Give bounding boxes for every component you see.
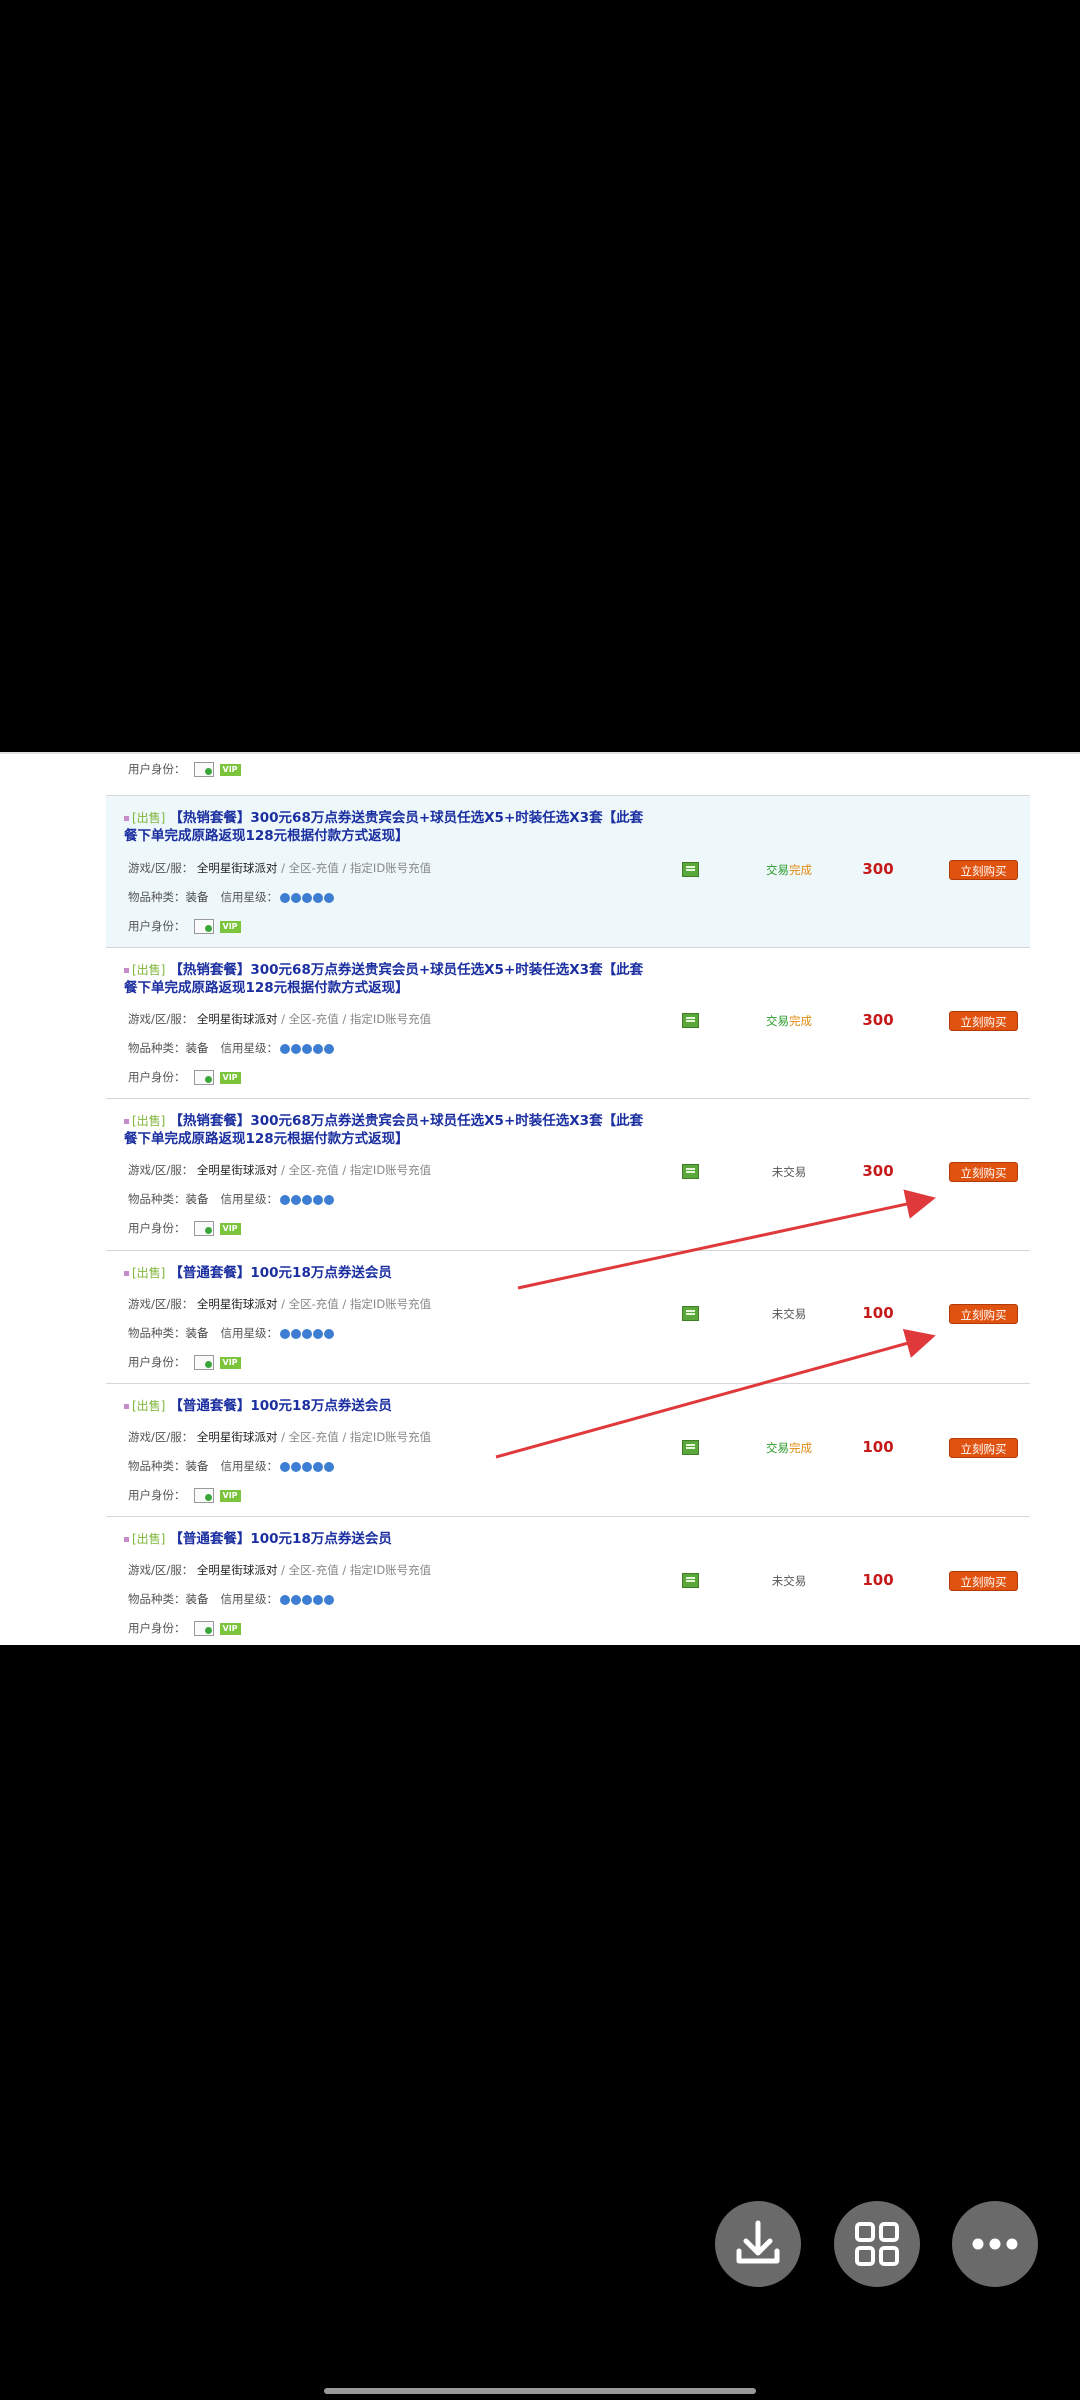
more-dots-icon [972, 2238, 1018, 2250]
grid-button[interactable] [834, 2201, 920, 2287]
download-button[interactable] [715, 2201, 801, 2287]
annotation-arrows [495, 1189, 936, 1459]
screenshot-image: 用户身份： VIP [出售] 【热销套餐】300元68万点券送贵宾会员+球员任选X5… [0, 752, 1080, 1645]
home-indicator[interactable] [324, 2388, 756, 2394]
more-button[interactable] [952, 2201, 1038, 2287]
annotation-arrow [517, 1189, 936, 1290]
grid-icon [855, 2222, 899, 2266]
download-icon [736, 2220, 780, 2264]
annotation-arrow [495, 1328, 936, 1459]
